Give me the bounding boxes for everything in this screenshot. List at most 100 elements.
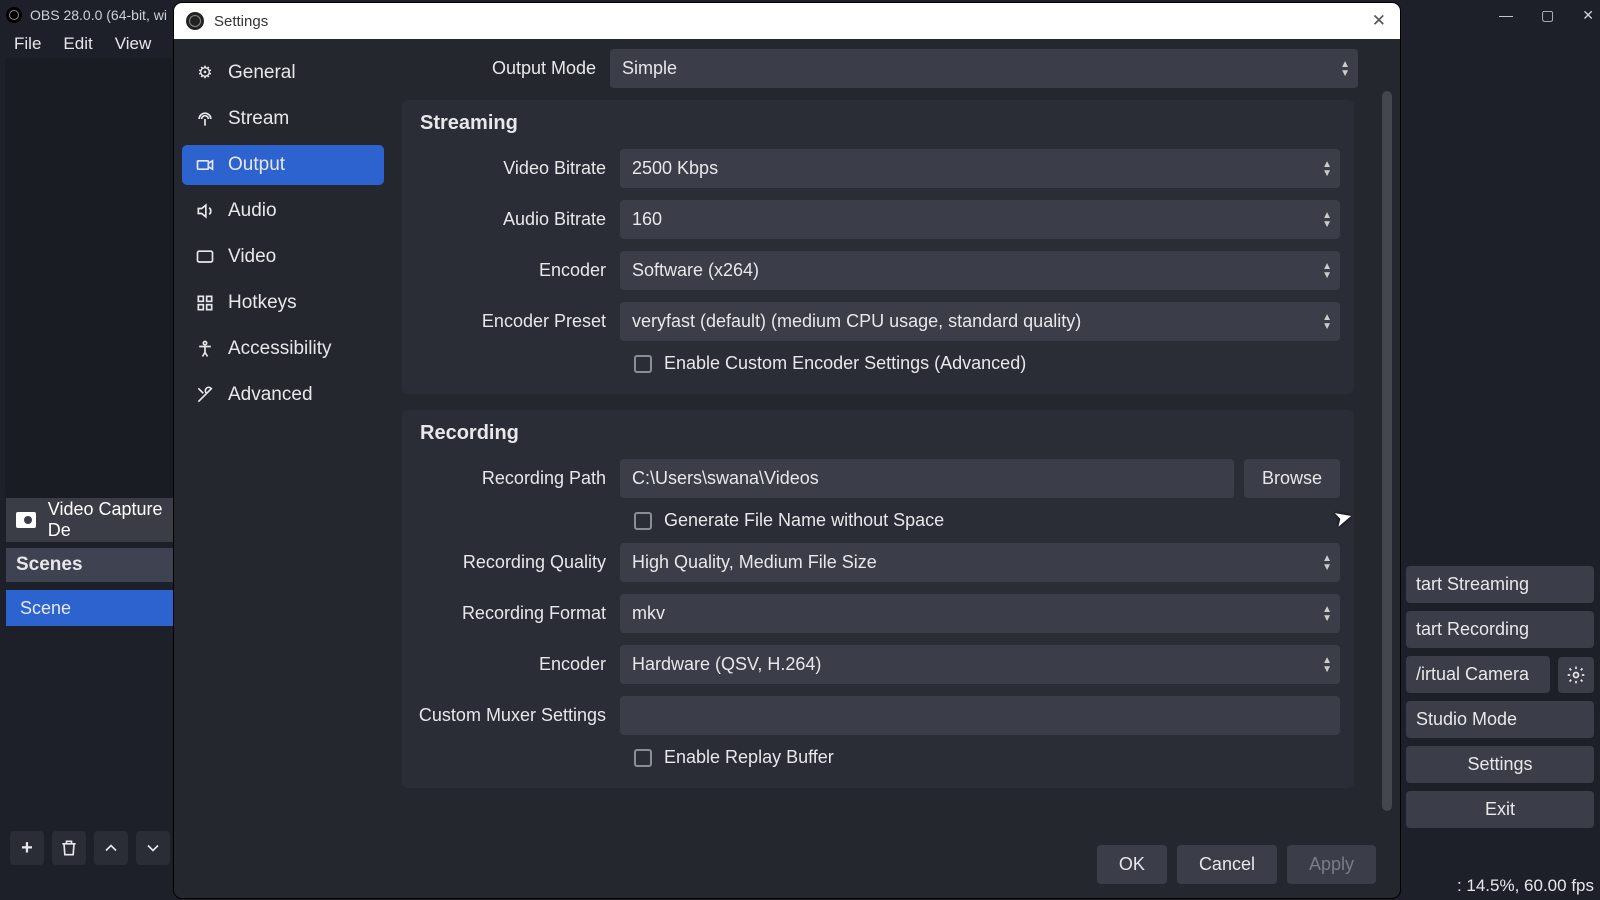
streaming-group: Streaming Video Bitrate 2500 Kbps ▲▼ Aud… xyxy=(402,100,1354,394)
video-bitrate-input[interactable]: 2500 Kbps ▲▼ xyxy=(620,149,1340,188)
recording-group: Recording Recording Path Browse Generate… xyxy=(402,410,1354,788)
sidebar-item-label: Advanced xyxy=(228,384,313,406)
recording-encoder-label: Encoder xyxy=(416,654,620,675)
encoder-label: Encoder xyxy=(416,260,620,281)
custom-muxer-input[interactable] xyxy=(620,696,1340,735)
chevron-up-icon xyxy=(101,838,121,858)
start-recording-button[interactable]: tart Recording xyxy=(1406,611,1594,648)
maximize-icon[interactable]: ▢ xyxy=(1541,7,1554,24)
recording-quality-label: Recording Quality xyxy=(416,552,620,573)
sidebar-item-audio[interactable]: Audio xyxy=(182,191,384,231)
select-arrows-icon: ▲▼ xyxy=(1322,313,1332,331)
scene-toolbar: + xyxy=(6,828,176,868)
browse-button[interactable]: Browse xyxy=(1244,459,1340,498)
select-value: 160 xyxy=(632,209,662,230)
main-title-text: OBS 28.0.0 (64-bit, wi xyxy=(30,7,167,23)
recording-format-select[interactable]: mkv ▲▼ xyxy=(620,594,1340,633)
sidebar-item-label: Stream xyxy=(228,108,289,130)
spinner-arrows-icon[interactable]: ▲▼ xyxy=(1322,160,1332,178)
audio-bitrate-label: Audio Bitrate xyxy=(416,209,620,230)
recording-encoder-select[interactable]: Hardware (QSV, H.264) ▲▼ xyxy=(620,645,1340,684)
audio-bitrate-select[interactable]: 160 ▲▼ xyxy=(620,200,1340,239)
select-value: Hardware (QSV, H.264) xyxy=(632,654,821,675)
dialog-buttons: OK Cancel Apply xyxy=(1097,845,1376,884)
apply-button[interactable]: Apply xyxy=(1287,845,1376,884)
ok-button[interactable]: OK xyxy=(1097,845,1167,884)
remove-scene-button[interactable] xyxy=(52,831,86,865)
settings-sidebar: ⚙ General Stream Output Audio xyxy=(174,39,392,898)
gear-icon xyxy=(1566,665,1586,685)
start-streaming-button[interactable]: tart Streaming xyxy=(1406,566,1594,603)
controls-panel: tart Streaming tart Recording /irtual Ca… xyxy=(1400,548,1600,838)
custom-encoder-checkbox-row[interactable]: Enable Custom Encoder Settings (Advanced… xyxy=(634,353,1340,374)
virtual-camera-button[interactable]: /irtual Camera xyxy=(1406,656,1550,693)
settings-close-button[interactable]: ✕ xyxy=(1372,11,1386,31)
sidebar-item-video[interactable]: Video xyxy=(182,237,384,277)
status-bar: : 14.5%, 60.00 fps xyxy=(1457,876,1594,896)
select-value: veryfast (default) (medium CPU usage, st… xyxy=(632,311,1081,332)
menu-file[interactable]: File xyxy=(14,34,41,54)
source-item[interactable]: Video Capture De xyxy=(6,498,176,542)
recording-path-input[interactable] xyxy=(620,459,1234,498)
sidebar-item-label: Accessibility xyxy=(228,338,331,360)
sidebar-item-accessibility[interactable]: Accessibility xyxy=(182,329,384,369)
move-down-button[interactable] xyxy=(136,831,170,865)
checkbox-icon[interactable] xyxy=(634,749,652,767)
settings-dialog: Settings ✕ ⚙ General Stream Output xyxy=(174,3,1400,898)
studio-mode-button[interactable]: Studio Mode xyxy=(1406,701,1594,738)
monitor-icon xyxy=(194,247,216,267)
select-value: High Quality, Medium File Size xyxy=(632,552,877,573)
source-label: Video Capture De xyxy=(48,499,176,541)
encoder-preset-select[interactable]: veryfast (default) (medium CPU usage, st… xyxy=(620,302,1340,341)
menu-edit[interactable]: Edit xyxy=(63,34,92,54)
scene-item[interactable]: Scene xyxy=(6,590,176,626)
menu-view[interactable]: View xyxy=(115,34,152,54)
sidebar-item-label: Audio xyxy=(228,200,277,222)
sidebar-item-general[interactable]: ⚙ General xyxy=(182,53,384,93)
minimize-icon[interactable]: — xyxy=(1499,7,1513,23)
sidebar-item-label: Video xyxy=(228,246,276,268)
sidebar-item-output[interactable]: Output xyxy=(182,145,384,185)
replay-buffer-checkbox-row[interactable]: Enable Replay Buffer xyxy=(634,747,1340,768)
move-up-button[interactable] xyxy=(94,831,128,865)
select-arrows-icon: ▲▼ xyxy=(1322,262,1332,280)
output-mode-select[interactable]: Simple ▲▼ xyxy=(610,49,1358,88)
obs-logo-icon xyxy=(6,7,22,23)
checkbox-label: Generate File Name without Space xyxy=(664,510,944,531)
settings-button[interactable]: Settings xyxy=(1406,746,1594,783)
close-icon[interactable]: ✕ xyxy=(1582,7,1594,24)
streaming-encoder-select[interactable]: Software (x264) ▲▼ xyxy=(620,251,1340,290)
custom-muxer-label: Custom Muxer Settings xyxy=(416,705,620,726)
generate-filename-checkbox-row[interactable]: Generate File Name without Space xyxy=(634,510,1340,531)
scrollbar-thumb[interactable] xyxy=(1382,91,1392,811)
sidebar-item-label: Output xyxy=(228,154,285,176)
select-arrows-icon: ▲▼ xyxy=(1322,605,1332,623)
select-arrows-icon: ▲▼ xyxy=(1322,554,1332,572)
camera-icon xyxy=(16,512,36,528)
select-value: Software (x264) xyxy=(632,260,759,281)
settings-content: Output Mode Simple ▲▼ Streaming Video Bi… xyxy=(392,39,1400,898)
content-scrollbar[interactable] xyxy=(1382,91,1392,811)
streaming-heading: Streaming xyxy=(416,112,1340,135)
sidebar-item-hotkeys[interactable]: Hotkeys xyxy=(182,283,384,323)
checkbox-icon[interactable] xyxy=(634,355,652,373)
cancel-button[interactable]: Cancel xyxy=(1177,845,1277,884)
obs-logo-icon xyxy=(186,12,204,30)
virtual-camera-settings-button[interactable] xyxy=(1558,657,1594,693)
sidebar-item-stream[interactable]: Stream xyxy=(182,99,384,139)
chevron-down-icon xyxy=(143,838,163,858)
recording-quality-select[interactable]: High Quality, Medium File Size ▲▼ xyxy=(620,543,1340,582)
checkbox-label: Enable Custom Encoder Settings (Advanced… xyxy=(664,353,1026,374)
exit-button[interactable]: Exit xyxy=(1406,791,1594,828)
speaker-icon xyxy=(194,201,216,221)
add-scene-button[interactable]: + xyxy=(10,831,44,865)
sidebar-item-advanced[interactable]: Advanced xyxy=(182,375,384,415)
preview-area xyxy=(5,58,175,498)
checkbox-icon[interactable] xyxy=(634,512,652,530)
output-mode-label: Output Mode xyxy=(406,58,610,79)
antenna-icon xyxy=(194,109,216,129)
accessibility-icon xyxy=(194,339,216,359)
scene-item-label: Scene xyxy=(20,598,71,619)
encoder-preset-label: Encoder Preset xyxy=(416,311,620,332)
recording-format-label: Recording Format xyxy=(416,603,620,624)
